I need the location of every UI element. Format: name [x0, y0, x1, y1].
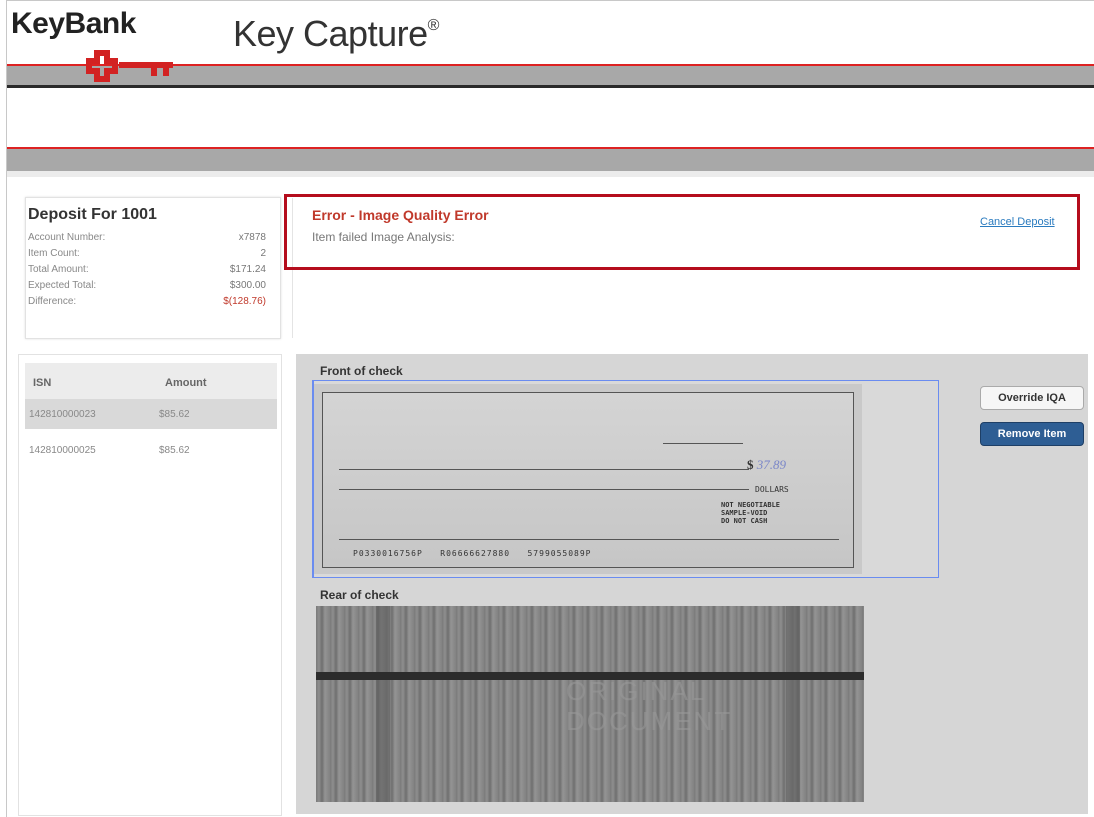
account-number-value: x7878	[238, 232, 266, 243]
brand-name: KeyBank	[11, 7, 136, 40]
item-amount: $85.62	[159, 445, 190, 456]
difference-label: Difference:	[28, 296, 77, 307]
front-of-check-label: Front of check	[320, 364, 403, 378]
memo-line	[339, 539, 839, 540]
remove-item-button[interactable]: Remove Item	[980, 422, 1084, 446]
app-title: Key Capture®	[233, 13, 439, 55]
deposit-title: Deposit For 1001	[28, 206, 157, 223]
registered-mark: ®	[427, 17, 440, 34]
item-row[interactable]: 142810000025 $85.62	[25, 435, 277, 465]
override-iqa-button[interactable]: Override IQA	[980, 386, 1084, 410]
difference-value: $(128.76)	[223, 296, 266, 307]
check-amount-prefix: $	[747, 457, 754, 472]
items-list-panel: ISN Amount 142810000023 $85.62 142810000…	[18, 354, 282, 816]
check-amount-value: 37.89	[756, 457, 786, 472]
app-title-text: Key Capture	[233, 13, 428, 54]
rear-watermark-line-1: ORIGINAL	[566, 676, 707, 706]
subheader-band	[7, 147, 1094, 171]
item-amount: $85.62	[159, 409, 190, 420]
rear-watermark-line-2: DOCUMENT	[566, 706, 733, 736]
rear-of-check-label: Rear of check	[320, 588, 399, 602]
error-message: Item failed Image Analysis:	[312, 230, 455, 244]
item-count-label: Item Count:	[28, 248, 80, 259]
total-amount-label: Total Amount:	[28, 264, 89, 275]
item-count-row: Item Count: 2	[28, 248, 266, 259]
amount-words-line	[339, 489, 749, 490]
item-isn: 142810000025	[29, 445, 96, 456]
item-count-value: 2	[260, 248, 266, 259]
void-stamp: NOT NEGOTIABLE SAMPLE-VOID DO NOT CASH	[721, 501, 781, 525]
items-list-header: ISN Amount	[25, 363, 277, 404]
error-title: Error - Image Quality Error	[312, 207, 489, 223]
check-amount: $ 37.89	[747, 457, 786, 473]
dollars-text: DOLLARS	[755, 485, 789, 494]
amount-column-header[interactable]: Amount	[165, 377, 207, 389]
subheader-shadow	[7, 171, 1094, 177]
date-line	[663, 443, 743, 444]
front-check-image[interactable]: $ 37.89 DOLLARS NOT NEGOTIABLE SAMPLE-VO…	[314, 384, 862, 574]
item-row-selected[interactable]: 142810000023 $85.62	[25, 399, 277, 429]
expected-total-row: Expected Total: $300.00	[28, 280, 266, 291]
rear-streak	[786, 606, 800, 802]
nav-area	[7, 88, 1094, 146]
difference-row: Difference: $(128.76)	[28, 296, 266, 307]
isn-column-header[interactable]: ISN	[33, 377, 51, 389]
check-face: $ 37.89 DOLLARS NOT NEGOTIABLE SAMPLE-VO…	[322, 392, 854, 568]
expected-total-value: $300.00	[229, 280, 266, 291]
total-amount-value: $171.24	[229, 264, 266, 275]
account-number-row: Account Number: x7878	[28, 232, 266, 243]
expected-total-label: Expected Total:	[28, 280, 97, 291]
rear-check-image[interactable]: ORIGINAL DOCUMENT	[316, 606, 864, 802]
account-number-label: Account Number:	[28, 232, 106, 243]
total-amount-row: Total Amount: $171.24	[28, 264, 266, 275]
payee-line	[339, 469, 749, 470]
rear-watermark: ORIGINAL DOCUMENT	[566, 676, 732, 736]
item-isn: 142810000023	[29, 409, 96, 420]
rear-streak	[376, 606, 390, 802]
cancel-deposit-link[interactable]: Cancel Deposit	[980, 216, 1055, 228]
micr-line: P0330016756P R06666627880 5799055089P	[353, 549, 592, 558]
